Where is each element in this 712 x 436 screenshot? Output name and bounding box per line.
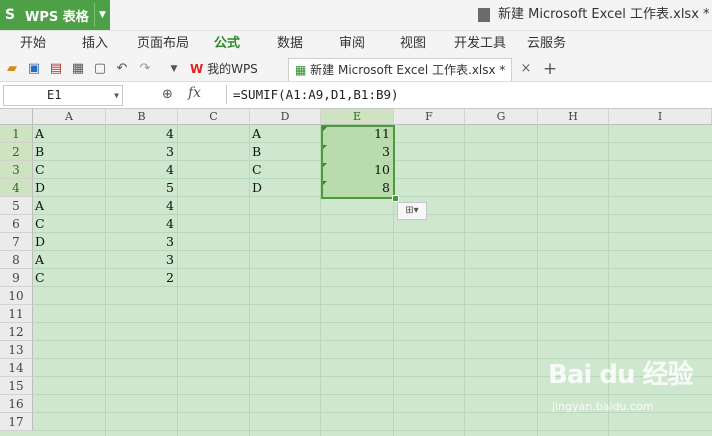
row-header-7[interactable]: 7 xyxy=(0,233,33,251)
row-header-6[interactable]: 6 xyxy=(0,215,33,233)
row-header-4[interactable]: 4 xyxy=(0,179,33,197)
column-header-g[interactable]: G xyxy=(465,109,538,125)
menu-cloud-services[interactable]: 云服务 xyxy=(527,31,566,57)
print-preview-icon[interactable]: ▢ xyxy=(92,61,108,77)
zoom-lookup-icon[interactable]: ⊕ xyxy=(162,87,173,102)
cell-a6[interactable]: C xyxy=(35,215,45,233)
redo-icon[interactable]: ↷ xyxy=(137,61,153,77)
print-icon[interactable]: ▦ xyxy=(70,61,86,77)
column-header-d[interactable]: D xyxy=(250,109,321,125)
column-header-e[interactable]: E xyxy=(321,109,394,125)
cell-b2[interactable]: 3 xyxy=(106,143,174,161)
row-header-8[interactable]: 8 xyxy=(0,251,33,269)
name-box[interactable]: E1 ▼ xyxy=(3,85,123,106)
row-header-10[interactable]: 10 xyxy=(0,287,33,305)
wps-w-icon: W xyxy=(190,62,204,76)
quick-access-toolbar: ▰ ▣ ▤ ▦ ▢ ↶ ↷ ▼ W 我的WPS ▦ 新建 Microsoft E… xyxy=(0,57,712,82)
cell-b8[interactable]: 3 xyxy=(106,251,174,269)
cell-d4[interactable]: D xyxy=(252,179,262,197)
menu-review[interactable]: 审阅 xyxy=(339,31,365,57)
column-header-i[interactable]: I xyxy=(609,109,712,125)
wps-logo-icon: S xyxy=(5,7,16,23)
chevron-down-icon[interactable]: ▼ xyxy=(114,86,119,105)
tab-current-workbook[interactable]: ▦ 新建 Microsoft Excel 工作表.xlsx * xyxy=(288,58,513,81)
row-header-12[interactable]: 12 xyxy=(0,323,33,341)
column-header-h[interactable]: H xyxy=(538,109,609,125)
cell-a8[interactable]: A xyxy=(35,251,44,269)
paste-options-button[interactable]: ⊞▾ xyxy=(397,202,427,220)
close-tab-icon[interactable]: × xyxy=(518,61,534,77)
column-header-c[interactable]: C xyxy=(178,109,250,125)
cell-b6[interactable]: 4 xyxy=(106,215,174,233)
cell-a2[interactable]: B xyxy=(35,143,44,161)
row-header-2[interactable]: 2 xyxy=(0,143,33,161)
cell-a3[interactable]: C xyxy=(35,161,45,179)
baidu-jingyan-watermark: Bai du 经验 jingyan.baidu.com xyxy=(548,354,708,416)
cell-b7[interactable]: 3 xyxy=(106,233,174,251)
cell-d1[interactable]: A xyxy=(252,125,261,143)
save-icon[interactable]: ▣ xyxy=(26,61,42,77)
menu-view[interactable]: 视图 xyxy=(400,31,426,57)
row-header-17[interactable]: 17 xyxy=(0,413,33,431)
column-header-b[interactable]: B xyxy=(106,109,178,125)
formula-bar: E1 ▼ ⊕ fx =SUMIF(A1:A9,D1,B1:B9) xyxy=(0,82,712,109)
row-header-5[interactable]: 5 xyxy=(0,197,33,215)
menu-page-layout[interactable]: 页面布局 xyxy=(137,31,189,57)
menu-home[interactable]: 开始 xyxy=(20,31,46,57)
document-icon xyxy=(478,7,490,22)
export-pdf-icon[interactable]: ▤ xyxy=(48,61,64,77)
menu-data[interactable]: 数据 xyxy=(277,31,303,57)
row-header-16[interactable]: 16 xyxy=(0,395,33,413)
cell-b9[interactable]: 2 xyxy=(106,269,174,287)
fill-handle[interactable] xyxy=(392,195,399,202)
cell-a9[interactable]: C xyxy=(35,269,45,287)
wps-app-label: WPS 表格 xyxy=(25,9,89,25)
row-header-15[interactable]: 15 xyxy=(0,377,33,395)
column-header-f[interactable]: F xyxy=(394,109,465,125)
chevron-down-icon[interactable]: ▼ xyxy=(99,10,106,20)
cell-a4[interactable]: D xyxy=(35,179,45,197)
cell-b5[interactable]: 4 xyxy=(106,197,174,215)
cell-b4[interactable]: 5 xyxy=(106,179,174,197)
row-header-3[interactable]: 3 xyxy=(0,161,33,179)
tab-my-wps-label: 我的WPS xyxy=(207,62,258,76)
watermark-logo-text: Bai du 经验 xyxy=(548,360,693,390)
wps-app-menu-button[interactable]: S WPS 表格 ▼ xyxy=(0,0,110,30)
cell-b1[interactable]: 4 xyxy=(106,125,174,143)
document-title-text: 新建 Microsoft Excel 工作表.xlsx * - W xyxy=(498,7,712,22)
selection-border xyxy=(321,125,395,199)
name-box-value: E1 xyxy=(47,88,62,102)
cell-d3[interactable]: C xyxy=(252,161,262,179)
cell-b3[interactable]: 4 xyxy=(106,161,174,179)
watermark-url: jingyan.baidu.com xyxy=(552,400,654,413)
cell-a1[interactable]: A xyxy=(35,125,44,143)
cell-a5[interactable]: A xyxy=(35,197,44,215)
document-title: 新建 Microsoft Excel 工作表.xlsx * - W xyxy=(478,0,712,30)
open-folder-icon[interactable]: ▰ xyxy=(4,61,20,77)
undo-icon[interactable]: ↶ xyxy=(114,61,130,77)
spreadsheet-file-icon: ▦ xyxy=(295,63,307,77)
toolbar-more-chevron-icon[interactable]: ▼ xyxy=(166,61,182,77)
formula-input[interactable]: =SUMIF(A1:A9,D1,B1:B9) xyxy=(226,85,712,104)
row-header-14[interactable]: 14 xyxy=(0,359,33,377)
new-tab-icon[interactable]: + xyxy=(542,61,558,78)
tab-my-wps[interactable]: W 我的WPS xyxy=(190,58,258,80)
title-bar: S WPS 表格 ▼ 新建 Microsoft Excel 工作表.xlsx *… xyxy=(0,0,712,31)
select-all-corner[interactable] xyxy=(0,109,33,125)
row-header-9[interactable]: 9 xyxy=(0,269,33,287)
menu-developer[interactable]: 开发工具 xyxy=(454,31,506,57)
row-header-1[interactable]: 1 xyxy=(0,125,33,143)
cell-a7[interactable]: D xyxy=(35,233,45,251)
row-header-11[interactable]: 11 xyxy=(0,305,33,323)
menu-bar: 开始 插入 页面布局 公式 数据 审阅 视图 开发工具 云服务 xyxy=(0,31,712,57)
tab-current-workbook-label: 新建 Microsoft Excel 工作表.xlsx * xyxy=(310,63,506,77)
column-header-a[interactable]: A xyxy=(33,109,106,125)
menu-formulas[interactable]: 公式 xyxy=(214,31,240,57)
insert-function-icon[interactable]: fx xyxy=(188,85,201,101)
cell-d2[interactable]: B xyxy=(252,143,261,161)
row-header-13[interactable]: 13 xyxy=(0,341,33,359)
menu-insert[interactable]: 插入 xyxy=(82,31,108,57)
